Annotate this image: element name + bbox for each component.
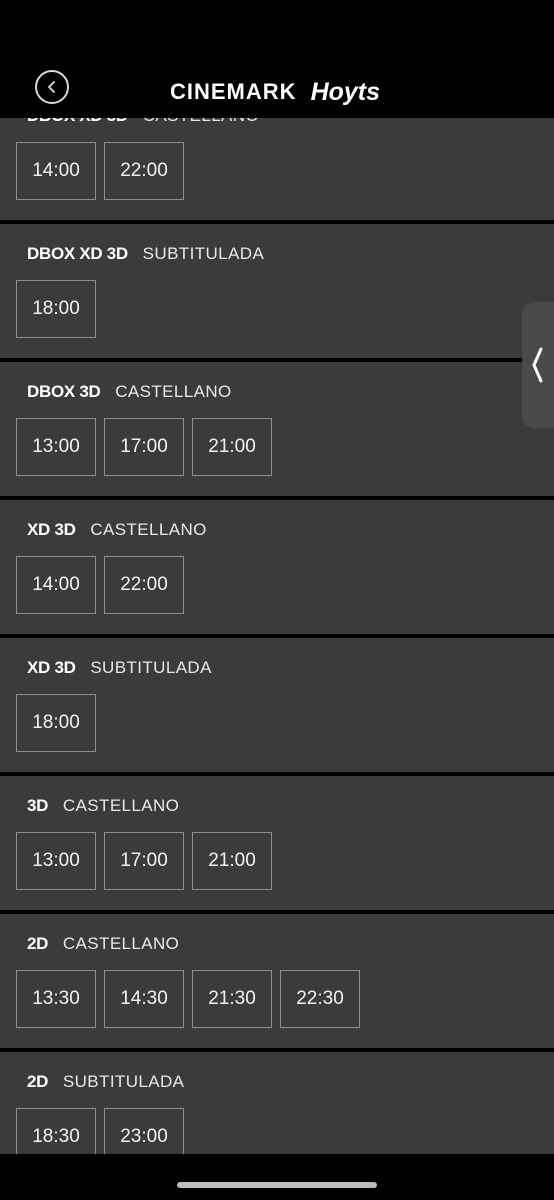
session-format: 2D (27, 1072, 49, 1091)
session-title: DBOX 3D CASTELLANO (27, 382, 232, 402)
session-format: DBOX 3D (27, 382, 101, 401)
chevron-left-icon (532, 347, 543, 383)
session-card: DBOX XD 3D SUBTITULADA 18:00 (0, 224, 554, 358)
session-title: DBOX XD 3D SUBTITULADA (27, 244, 264, 264)
showtimes-row: 13:00 17:00 21:00 (16, 832, 272, 890)
showtime-button[interactable]: 14:00 (16, 142, 96, 200)
showtime-button[interactable]: 13:00 (16, 418, 96, 476)
app-header: CINEMARK Hoyts (0, 0, 554, 118)
session-language: SUBTITULADA (142, 244, 265, 263)
session-format: 3D (27, 796, 49, 815)
showtime-button[interactable]: 13:00 (16, 832, 96, 890)
session-card: 2D CASTELLANO 13:30 14:30 21:30 22:30 (0, 914, 554, 1048)
session-title: 2D SUBTITULADA (27, 1072, 184, 1092)
showtime-button[interactable]: 18:00 (16, 280, 96, 338)
session-card: 3D CASTELLANO 13:00 17:00 21:00 (0, 776, 554, 910)
brand-cinemark: CINEMARK (170, 79, 297, 104)
showtimes-row: 13:00 17:00 21:00 (16, 418, 272, 476)
brand-hoyts: Hoyts (310, 77, 381, 106)
session-card: XD 3D CASTELLANO 14:00 22:00 (0, 500, 554, 634)
sessions-list[interactable]: DBOX XD 3D CASTELLANO 14:00 22:00 DBOX X… (0, 86, 554, 1156)
side-drawer-handle[interactable] (522, 302, 554, 428)
brand-logo: CINEMARK Hoyts (170, 76, 380, 108)
showtime-button[interactable]: 14:30 (104, 970, 184, 1028)
showtime-button[interactable]: 17:00 (104, 832, 184, 890)
showtime-button[interactable]: 21:30 (192, 970, 272, 1028)
session-language: CASTELLANO (62, 796, 180, 815)
showtime-button[interactable]: 17:00 (104, 418, 184, 476)
showtimes-row: 14:00 22:00 (16, 556, 184, 614)
showtimes-row: 14:00 22:00 (16, 142, 184, 200)
session-language: CASTELLANO (62, 934, 180, 953)
showtime-button[interactable]: 13:30 (16, 970, 96, 1028)
back-button[interactable] (35, 70, 69, 104)
showtime-button[interactable]: 22:00 (104, 556, 184, 614)
session-language: SUBTITULADA (62, 1072, 185, 1091)
showtime-button[interactable]: 18:00 (16, 694, 96, 752)
session-title: XD 3D CASTELLANO (27, 520, 207, 540)
session-format: 2D (27, 934, 49, 953)
session-title: XD 3D SUBTITULADA (27, 658, 212, 678)
session-format: XD 3D (27, 520, 76, 539)
showtime-button[interactable]: 21:00 (192, 418, 272, 476)
session-language: CASTELLANO (115, 382, 232, 401)
showtimes-row: 18:30 23:00 (16, 1108, 184, 1156)
session-title: 3D CASTELLANO (27, 796, 179, 816)
session-card: DBOX 3D CASTELLANO 13:00 17:00 21:00 (0, 362, 554, 496)
showtime-button[interactable]: 22:00 (104, 142, 184, 200)
showtime-button[interactable]: 14:00 (16, 556, 96, 614)
session-card: 2D SUBTITULADA 18:30 23:00 (0, 1052, 554, 1156)
session-language: SUBTITULADA (90, 658, 212, 677)
session-format: XD 3D (27, 658, 76, 677)
showtimes-row: 13:30 14:30 21:30 22:30 (16, 970, 360, 1028)
session-title: 2D CASTELLANO (27, 934, 179, 954)
session-format: DBOX XD 3D (27, 244, 128, 263)
system-nav-bar (0, 1154, 554, 1200)
showtime-button[interactable]: 18:30 (16, 1108, 96, 1156)
showtime-button[interactable]: 21:00 (192, 832, 272, 890)
showtime-button[interactable]: 23:00 (104, 1108, 184, 1156)
home-indicator[interactable] (177, 1182, 377, 1188)
chevron-left-icon (48, 81, 55, 93)
showtime-button[interactable]: 22:30 (280, 970, 360, 1028)
session-card: XD 3D SUBTITULADA 18:00 (0, 638, 554, 772)
showtimes-row: 18:00 (16, 694, 96, 752)
session-language: CASTELLANO (90, 520, 207, 539)
showtimes-row: 18:00 (16, 280, 96, 338)
